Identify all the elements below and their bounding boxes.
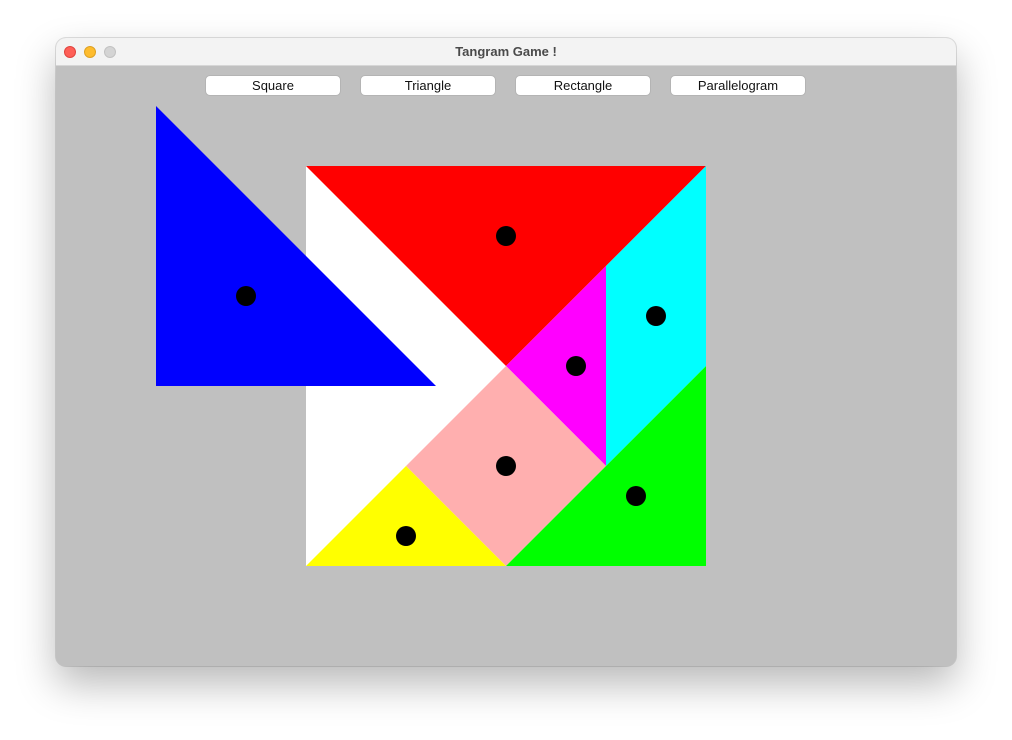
tangram-canvas[interactable]: [56, 66, 956, 666]
yellow-triangle-handle[interactable]: [396, 526, 416, 546]
blue-triangle-handle[interactable]: [236, 286, 256, 306]
cyan-parallelogram-handle[interactable]: [646, 306, 666, 326]
green-triangle-handle[interactable]: [626, 486, 646, 506]
title-bar[interactable]: Tangram Game !: [56, 38, 956, 66]
pink-square-handle[interactable]: [496, 456, 516, 476]
red-triangle-handle[interactable]: [496, 226, 516, 246]
magenta-triangle-handle[interactable]: [566, 356, 586, 376]
window-title: Tangram Game !: [455, 44, 557, 59]
game-area: Square Triangle Rectangle Parallelogram: [56, 66, 956, 666]
app-window: Tangram Game ! Square Triangle Rectangle…: [56, 38, 956, 666]
